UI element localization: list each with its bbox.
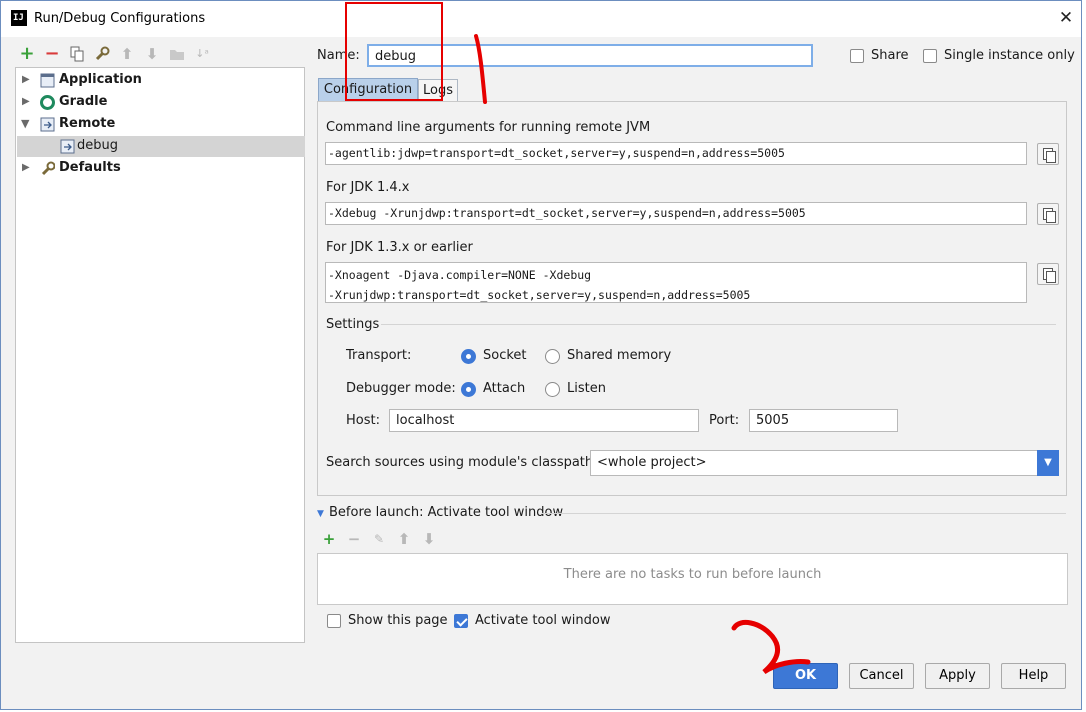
annotation-arrow: [731, 619, 811, 675]
annotation-line: [474, 34, 487, 104]
annotation-strokes: [474, 34, 811, 675]
